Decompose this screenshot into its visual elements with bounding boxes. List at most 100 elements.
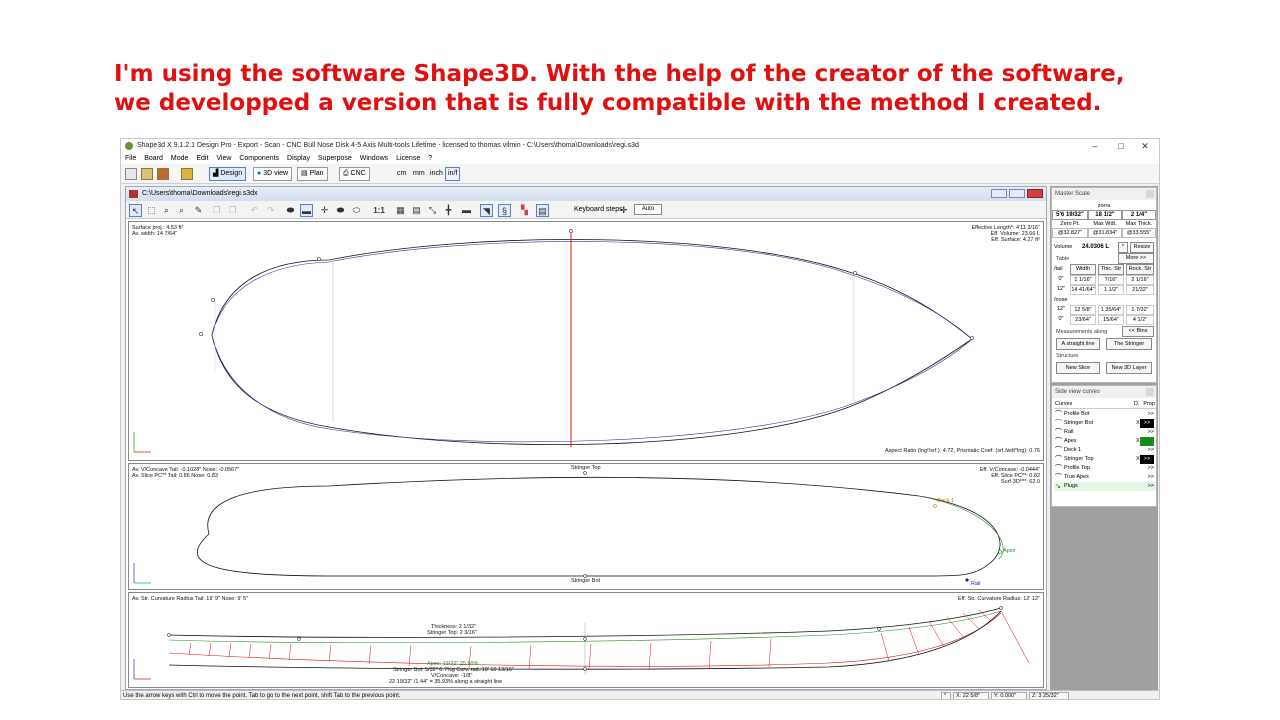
plan-button[interactable]: ▤ Plan: [297, 167, 328, 181]
nose-row-2-width[interactable]: 23/64": [1070, 315, 1096, 325]
max-width-position[interactable]: @31.834": [1088, 228, 1122, 238]
nose-row-2-rocker[interactable]: 4 1/2": [1126, 315, 1154, 325]
table-icon[interactable]: ▤: [410, 204, 423, 217]
resize-button[interactable]: Resize: [1130, 242, 1154, 253]
control-point[interactable]: [970, 336, 974, 340]
menu-view[interactable]: View: [216, 155, 231, 162]
paste-icon[interactable]: ❐: [226, 204, 239, 217]
length-value[interactable]: 5'6 19/32": [1052, 210, 1088, 220]
cnc-button[interactable]: ⎙ CNC: [339, 167, 370, 181]
curve-prop-button[interactable]: >>: [1140, 482, 1154, 491]
menu-superpose[interactable]: Superpose: [318, 155, 352, 162]
side-pane[interactable]: Av. V/Concave Tail: -0.1028" Nose: -0.05…: [128, 463, 1044, 590]
zoom-box-icon[interactable]: ⌕: [175, 204, 188, 217]
unit-inf[interactable]: in/f: [445, 167, 461, 181]
copy-icon[interactable]: ❐: [210, 204, 223, 217]
straight-line-button[interactable]: A straight line: [1056, 338, 1100, 350]
maximize-button[interactable]: □: [1109, 139, 1133, 153]
side-view-icon[interactable]: ▬: [300, 204, 313, 217]
3d-mini-view-icon[interactable]: ⬭: [350, 204, 363, 217]
buttons-toggle[interactable]: << Btns: [1122, 326, 1154, 337]
design-button[interactable]: ▟ Design: [209, 167, 247, 181]
max-thick-position[interactable]: @33.555": [1122, 228, 1156, 238]
profile-view-icon[interactable]: ⬬: [334, 204, 347, 217]
curve-row-profile-bot[interactable]: ⌒ Profile Bot >>: [1054, 410, 1156, 419]
curve-row-stringer-top[interactable]: ⌒ Stringer Top X >>: [1054, 455, 1156, 464]
menu-display[interactable]: Display: [287, 155, 310, 162]
unit-cm[interactable]: cm: [395, 167, 408, 181]
unit-inch[interactable]: inch: [428, 167, 445, 181]
volume-star-button[interactable]: *: [1118, 242, 1128, 253]
keyboard-steps-field[interactable]: Auto: [634, 204, 662, 215]
curve-row-stringer-bot[interactable]: ⌒ Stringer Bot X >>: [1054, 419, 1156, 428]
rail-point[interactable]: [965, 578, 969, 582]
panel-close-icon[interactable]: [1146, 190, 1154, 198]
outline-pane[interactable]: Surface proj.: 4.53 ft² Av. width: 14 7/…: [128, 221, 1044, 461]
profile-point[interactable]: [583, 667, 587, 671]
menu-file[interactable]: File: [125, 155, 136, 162]
select-box-icon[interactable]: ⬚: [145, 204, 158, 217]
grid-icon[interactable]: ▦: [394, 204, 407, 217]
deck-point[interactable]: [933, 504, 937, 508]
profile-point[interactable]: [999, 606, 1003, 610]
stringer-top-point[interactable]: [583, 471, 587, 475]
profile-point[interactable]: [583, 637, 587, 641]
measure-icon[interactable]: ✎: [192, 204, 205, 217]
profile-point[interactable]: [877, 627, 881, 631]
tail-row-2-rocker[interactable]: 21/32": [1126, 285, 1154, 295]
3d-view-button[interactable]: ● 3D view: [253, 167, 293, 181]
tail-row-1-thick[interactable]: 7/16": [1098, 275, 1124, 285]
profile-point[interactable]: [297, 637, 301, 641]
open-folder-icon[interactable]: [141, 168, 153, 180]
curve-row-rail[interactable]: ⌒ Rail >>: [1054, 428, 1156, 437]
control-point[interactable]: [199, 332, 203, 336]
curve-prop-button[interactable]: >>: [1140, 446, 1154, 455]
menu-mode[interactable]: Mode: [171, 155, 189, 162]
tail-row-2-thick[interactable]: 1 1/2": [1098, 285, 1124, 295]
control-point[interactable]: [211, 298, 215, 302]
curve-row-profile-top[interactable]: ⌒ Profile Top >>: [1054, 464, 1156, 473]
curve-prop-button[interactable]: >>: [1140, 410, 1154, 419]
curve-prop-button[interactable]: >>: [1140, 473, 1154, 482]
curve-prop-button[interactable]: >>: [1140, 455, 1154, 464]
more-button[interactable]: More >>: [1118, 253, 1154, 264]
width-value[interactable]: 18 1/2": [1088, 210, 1122, 220]
redo-icon[interactable]: ↷: [264, 204, 277, 217]
control-point[interactable]: [569, 229, 573, 233]
curve-prop-button[interactable]: >>: [1140, 437, 1154, 446]
curve-row-deck-1[interactable]: ⌒ Deck 1 >>: [1054, 446, 1156, 455]
data-table-icon[interactable]: ▤: [536, 204, 549, 217]
control-point[interactable]: [853, 271, 857, 275]
curve-prop-button[interactable]: >>: [1140, 419, 1154, 428]
menu-windows[interactable]: Windows: [360, 155, 388, 162]
rocker-column-button[interactable]: Rock. Str: [1126, 264, 1154, 275]
hand-icon[interactable]: [125, 168, 137, 180]
profile-pane[interactable]: Av. Str. Curvature Radius Tail: 19' 9" N…: [128, 592, 1044, 688]
stringer-bot-point[interactable]: [583, 574, 587, 578]
curve-row-plugs[interactable]: ↘ Plugs >>: [1054, 482, 1156, 491]
tail-row-1-rocker[interactable]: 2 1/16": [1126, 275, 1154, 285]
color-grid-icon[interactable]: ▚: [518, 204, 531, 217]
control-point[interactable]: [317, 257, 321, 261]
new-slice-button[interactable]: New Slice: [1056, 362, 1100, 374]
symmetry-icon[interactable]: §: [498, 204, 511, 217]
nose-row-1-width[interactable]: 12 5/8": [1070, 305, 1096, 315]
width-column-button[interactable]: Width: [1070, 264, 1096, 275]
doc-minimize-button[interactable]: [991, 189, 1007, 198]
menu-help[interactable]: ?: [428, 155, 432, 162]
nose-row-1-thick[interactable]: 1 35/64": [1098, 305, 1124, 315]
outline-view-icon[interactable]: ⬬: [284, 204, 297, 217]
curve-row-true-apex[interactable]: ⌒ True Apex >>: [1054, 473, 1156, 482]
draw-icon[interactable]: ◥: [480, 204, 493, 217]
zero-pt-value[interactable]: @32.827": [1052, 228, 1088, 238]
menu-board[interactable]: Board: [144, 155, 163, 162]
minimize-button[interactable]: –: [1083, 139, 1107, 153]
doc-restore-button[interactable]: [1009, 189, 1025, 198]
scale-icon[interactable]: ⤡: [426, 204, 439, 217]
stringer-button[interactable]: The Stringer: [1106, 338, 1152, 350]
profile-point[interactable]: [167, 633, 171, 637]
doc-close-button[interactable]: [1027, 189, 1043, 198]
curve-prop-button[interactable]: >>: [1140, 464, 1154, 473]
pointer-tool-icon[interactable]: ↖: [129, 204, 142, 217]
apex-point[interactable]: [998, 550, 1002, 554]
